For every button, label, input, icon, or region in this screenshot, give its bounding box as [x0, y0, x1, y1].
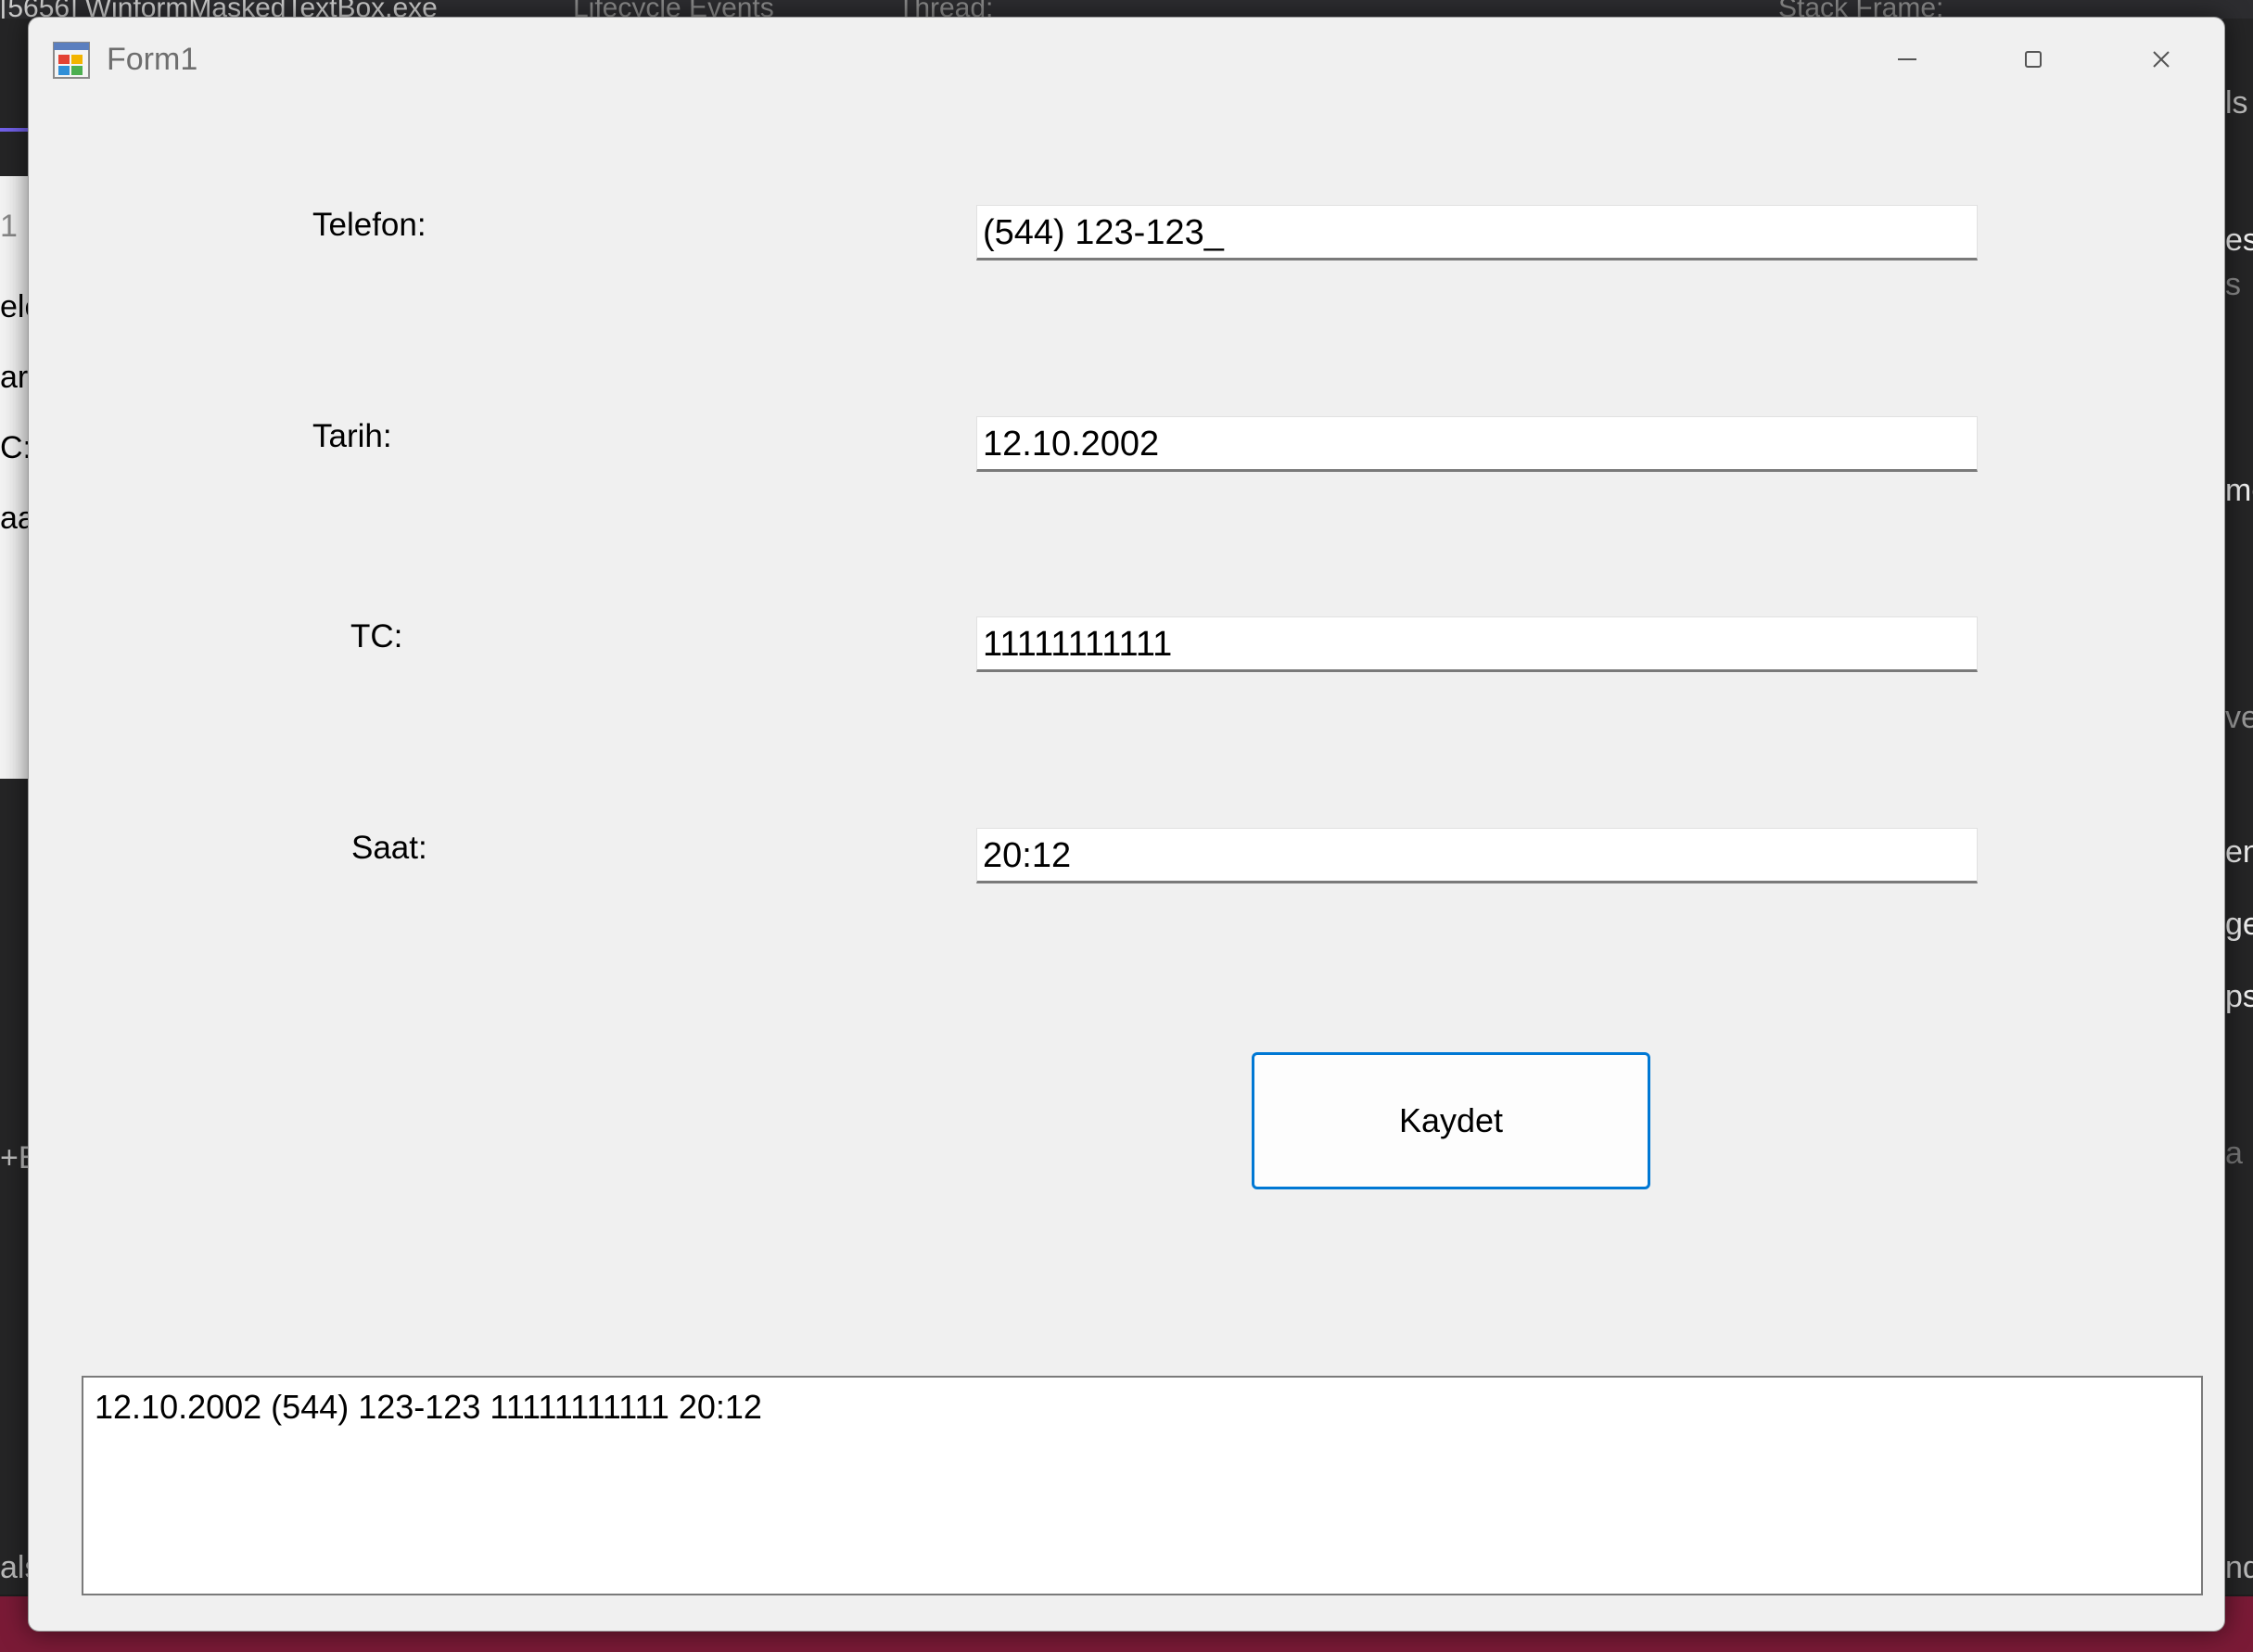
tc-label: TC:: [350, 618, 403, 654]
minimize-icon: [1898, 58, 1916, 60]
ide-right-fragment: nd: [2225, 1550, 2253, 1585]
ide-left-fragment: +E: [0, 1140, 32, 1175]
maximize-icon: [2025, 51, 2042, 68]
ide-process-dropdown[interactable]: [5656] WinformMaskedTextBox.exe: [0, 0, 519, 19]
ide-right-fragment: ps: [2225, 979, 2253, 1014]
ide-left-fragment: 1: [0, 209, 18, 244]
tc-masked-input[interactable]: 11111111111: [976, 616, 1978, 672]
minimize-button[interactable]: [1844, 18, 1970, 101]
ide-tab-accent: [0, 128, 32, 132]
ide-left-fragment: als: [0, 1550, 32, 1585]
ide-right-fragment: me: [2225, 473, 2253, 508]
form1-window: Form1 Telefon: (544) 123-123_ Tarih: 12.…: [28, 17, 2225, 1632]
maximize-button[interactable]: [1970, 18, 2096, 101]
title-bar[interactable]: Form1: [29, 18, 2224, 101]
ide-stack-frame-label: Stack Frame:: [1778, 0, 1944, 19]
saat-label: Saat:: [351, 830, 427, 866]
winforms-app-icon: [53, 42, 90, 79]
kaydet-button[interactable]: Kaydet: [1252, 1052, 1650, 1189]
ide-left-fragment: aa: [0, 501, 32, 536]
tarih-masked-input[interactable]: 12.10.2002: [976, 416, 1978, 472]
saat-masked-input[interactable]: 20:12: [976, 828, 1978, 883]
close-icon: [2153, 51, 2170, 68]
ide-left-panel: 1 ele ari C: aa +E als: [0, 19, 32, 1595]
ide-right-fragment: s: [2225, 267, 2241, 302]
ide-left-fragment: C:: [0, 430, 32, 465]
ide-right-fragment: a: [2225, 1136, 2243, 1171]
tarih-label: Tarih:: [312, 418, 392, 454]
ide-right-fragment: ver: [2225, 700, 2253, 735]
ide-designer-surface: [0, 176, 32, 779]
ide-thread-label: Thread:: [897, 0, 994, 19]
ide-left-fragment: ari: [0, 360, 32, 395]
telefon-label: Telefon:: [312, 207, 426, 243]
window-title: Form1: [107, 42, 198, 77]
close-button[interactable]: [2098, 18, 2224, 101]
output-textbox[interactable]: 12.10.2002 (544) 123-123 11111111111 20:…: [82, 1376, 2203, 1595]
ide-lifecycle-events[interactable]: Lifecycle Events: [573, 0, 879, 19]
ide-right-fragment: es: [2225, 222, 2253, 258]
ide-right-panel: ls es s me ver en ge ps a nd: [2223, 19, 2253, 1595]
telefon-masked-input[interactable]: (544) 123-123_: [976, 205, 1978, 261]
ide-right-fragment: ge: [2225, 907, 2253, 942]
ide-right-fragment: en: [2225, 834, 2253, 870]
ide-right-fragment: ls: [2225, 85, 2248, 121]
ide-left-fragment: ele: [0, 289, 32, 324]
